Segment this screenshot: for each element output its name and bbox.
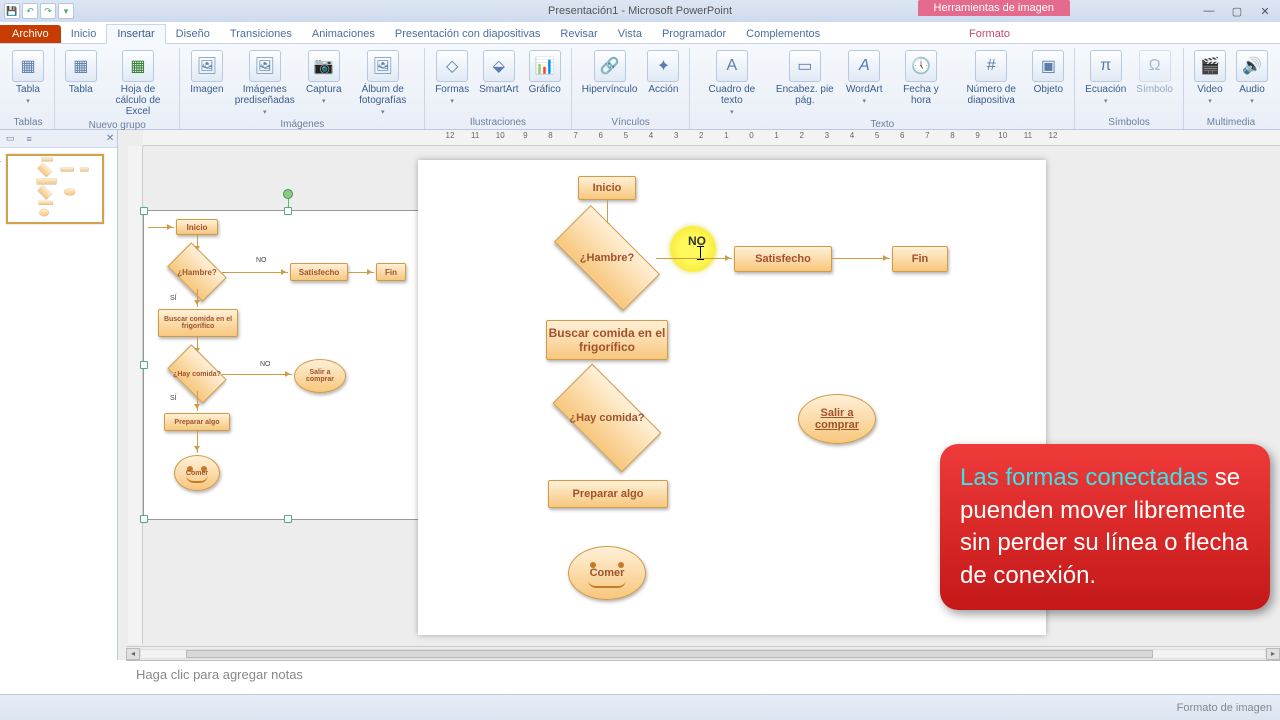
horizontal-ruler: 1211109876543210123456789101112 (143, 130, 1280, 146)
scroll-right-icon[interactable]: ▸ (1266, 648, 1280, 660)
quick-access-toolbar: 💾 ↶ ↷ ▾ (0, 3, 78, 19)
slide-number-button[interactable]: #Número de diapositiva (956, 48, 1027, 108)
symbol-button[interactable]: ΩSímbolo (1132, 48, 1177, 97)
scroll-left-icon[interactable]: ◂ (126, 648, 140, 660)
connector[interactable] (656, 258, 732, 259)
tab-animations[interactable]: Animaciones (302, 25, 385, 43)
resize-handle[interactable] (284, 207, 292, 215)
thumb-tab-slides[interactable]: ▭ (0, 133, 21, 144)
chart-button[interactable]: 📊Gráfico (525, 48, 565, 97)
shape-any-food[interactable]: ¿Hay comida? (558, 390, 656, 446)
table-button[interactable]: ▦Tabla (8, 48, 48, 107)
highlight-marker (670, 226, 716, 272)
redo-icon[interactable]: ↷ (40, 3, 56, 19)
shape-hungry[interactable]: ¿Hambre? (558, 232, 656, 284)
shape-satisfied[interactable]: Satisfecho (734, 246, 832, 272)
clipart-button[interactable]: 🖼Imágenes prediseñadas (229, 48, 300, 118)
shape-eat[interactable]: Comer (568, 546, 646, 600)
shape-start[interactable]: Inicio (578, 176, 636, 200)
slide-thumbnail-panel: ▭ ≡ ✕ (0, 130, 118, 660)
tab-insert[interactable]: Insertar (106, 24, 165, 44)
ribbon-tabs: Archivo Inicio Insertar Diseño Transicio… (0, 22, 1280, 44)
tab-review[interactable]: Revisar (550, 25, 607, 43)
contextual-tab-label: Herramientas de imagen (918, 0, 1070, 16)
close-button[interactable]: ✕ (1256, 5, 1274, 18)
shape-go-shopping[interactable]: Salir a comprar (798, 394, 876, 444)
save-icon[interactable]: 💾 (4, 3, 20, 19)
group-media: Multimedia (1207, 116, 1255, 129)
shape-prepare[interactable]: Preparar algo (548, 480, 668, 508)
slide-thumbnail-1[interactable] (6, 154, 104, 224)
excel-sheet-button[interactable]: ▦Hoja de cálculo de Excel (102, 48, 173, 119)
textbox-button[interactable]: ACuadro de texto (696, 48, 767, 118)
excel-table-button[interactable]: ▦Tabla (61, 48, 100, 97)
group-illustrations: Ilustraciones (470, 116, 526, 129)
resize-handle[interactable] (140, 207, 148, 215)
resize-handle[interactable] (284, 515, 292, 523)
notes-placeholder: Haga clic para agregar notas (136, 667, 303, 682)
status-right: Formato de imagen (1177, 702, 1272, 714)
tab-transitions[interactable]: Transiciones (220, 25, 302, 43)
video-button[interactable]: 🎬Video (1190, 48, 1230, 107)
shape-search-food[interactable]: Buscar comida en el frigorífico (546, 320, 668, 360)
shapes-button[interactable]: ◇Formas (431, 48, 473, 107)
group-symbols: Símbolos (1108, 116, 1150, 129)
header-footer-button[interactable]: ▭Encabez. pie pág. (769, 48, 840, 108)
audio-button[interactable]: 🔊Audio (1232, 48, 1272, 107)
screenshot-button[interactable]: 📷Captura (302, 48, 345, 107)
hyperlink-button[interactable]: 🔗Hipervínculo (578, 48, 642, 97)
qat-customize-icon[interactable]: ▾ (58, 3, 74, 19)
notes-pane[interactable]: Haga clic para agregar notas (126, 660, 1280, 694)
instruction-callout: Las formas conectadas se puenden mover l… (940, 444, 1270, 610)
thumb-close-icon[interactable]: ✕ (103, 132, 117, 146)
tab-addins[interactable]: Complementos (736, 25, 830, 43)
tab-home[interactable]: Inicio (61, 25, 107, 43)
wordart-button[interactable]: AWordArt (842, 48, 886, 107)
minimize-button[interactable]: — (1200, 5, 1218, 18)
tab-developer[interactable]: Programador (652, 25, 736, 43)
scroll-thumb[interactable] (186, 650, 1153, 658)
title-bar: 💾 ↶ ↷ ▾ Presentación1 - Microsoft PowerP… (0, 0, 1280, 22)
rotate-handle[interactable] (283, 189, 293, 199)
tab-view[interactable]: Vista (608, 25, 652, 43)
undo-icon[interactable]: ↶ (22, 3, 38, 19)
group-tables: Tablas (14, 116, 43, 129)
image-button[interactable]: 🖼Imagen (186, 48, 227, 97)
datetime-button[interactable]: 🕔Fecha y hora (888, 48, 953, 108)
ribbon: ▦Tabla Tablas ▦Tabla ▦Hoja de cálculo de… (0, 44, 1280, 130)
group-links: Vínculos (611, 116, 649, 129)
thumb-tab-outline[interactable]: ≡ (21, 134, 38, 144)
tab-format[interactable]: Formato (959, 25, 1020, 43)
resize-handle[interactable] (140, 515, 148, 523)
smartart-button[interactable]: ⬙SmartArt (475, 48, 522, 97)
tab-slideshow[interactable]: Presentación con diapositivas (385, 25, 551, 43)
tab-file[interactable]: Archivo (0, 25, 61, 43)
action-button[interactable]: ✦Acción (643, 48, 683, 97)
status-bar: Formato de imagen (0, 694, 1280, 720)
maximize-button[interactable]: ▢ (1228, 5, 1246, 18)
tab-design[interactable]: Diseño (166, 25, 220, 43)
horizontal-scrollbar[interactable]: ◂ ▸ (126, 646, 1280, 660)
object-button[interactable]: ▣Objeto (1029, 48, 1068, 97)
shape-end[interactable]: Fin (892, 246, 948, 272)
equation-button[interactable]: πEcuación (1081, 48, 1130, 107)
window-title: Presentación1 - Microsoft PowerPoint (548, 5, 732, 17)
pasted-flowchart-image[interactable]: Inicio ¿Hambre? NO Satisfecho Fin SÍ Bus… (143, 210, 433, 520)
connector[interactable] (832, 258, 890, 259)
photo-album-button[interactable]: 🖼Álbum de fotografías (347, 48, 418, 118)
vertical-ruler (128, 146, 143, 644)
resize-handle[interactable] (140, 361, 148, 369)
